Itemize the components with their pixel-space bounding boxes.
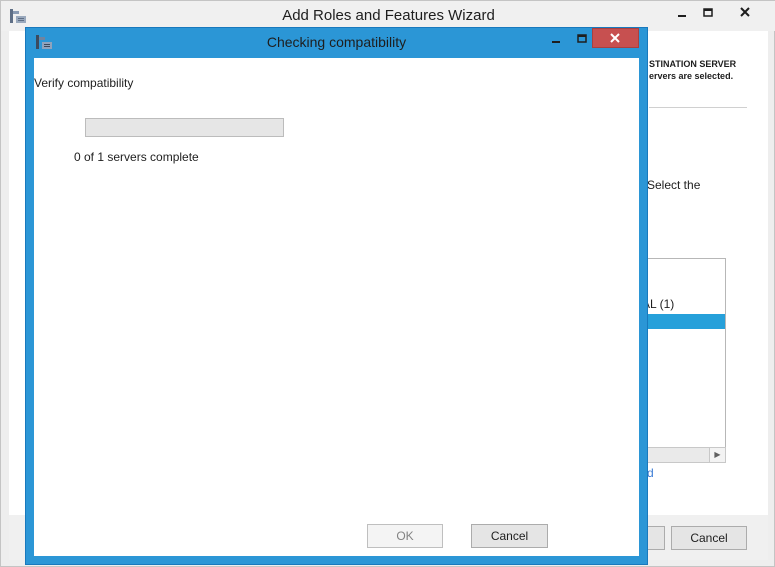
cancel-button[interactable]: Cancel: [471, 524, 548, 548]
progress-status-text: 0 of 1 servers complete: [74, 150, 199, 164]
compatibility-progress-bar: [85, 118, 284, 137]
header-divider: [649, 107, 747, 108]
select-instruction-text: Select the: [647, 178, 701, 192]
destination-server-label: STINATION SERVER: [649, 59, 737, 69]
horizontal-scrollbar[interactable]: ▶: [641, 447, 726, 463]
selected-server-row[interactable]: [642, 314, 725, 329]
scroll-right-icon[interactable]: ▶: [709, 448, 725, 462]
close-icon[interactable]: [732, 5, 758, 21]
maximize-icon[interactable]: [695, 5, 721, 21]
minimize-icon[interactable]: [543, 30, 569, 48]
wizard-title: Add Roles and Features Wizard: [282, 7, 495, 24]
server-pool-list[interactable]: AL (1): [641, 258, 726, 463]
wizard-link[interactable]: d: [647, 466, 654, 480]
close-icon: [610, 33, 620, 43]
servers-selected-text: ervers are selected.: [649, 71, 734, 81]
destination-server-info: STINATION SERVER ervers are selected.: [649, 58, 736, 82]
checking-compatibility-dialog: Checking compatibility Verify compatibil…: [25, 27, 648, 565]
dialog-content: Verify compatibility 0 of 1 servers comp…: [34, 58, 639, 556]
verify-compatibility-heading: Verify compatibility: [34, 76, 134, 90]
minimize-icon[interactable]: [669, 5, 695, 21]
ok-button[interactable]: OK: [367, 524, 443, 548]
wizard-cancel-button[interactable]: Cancel: [671, 526, 747, 550]
dialog-close-button[interactable]: [592, 28, 639, 48]
